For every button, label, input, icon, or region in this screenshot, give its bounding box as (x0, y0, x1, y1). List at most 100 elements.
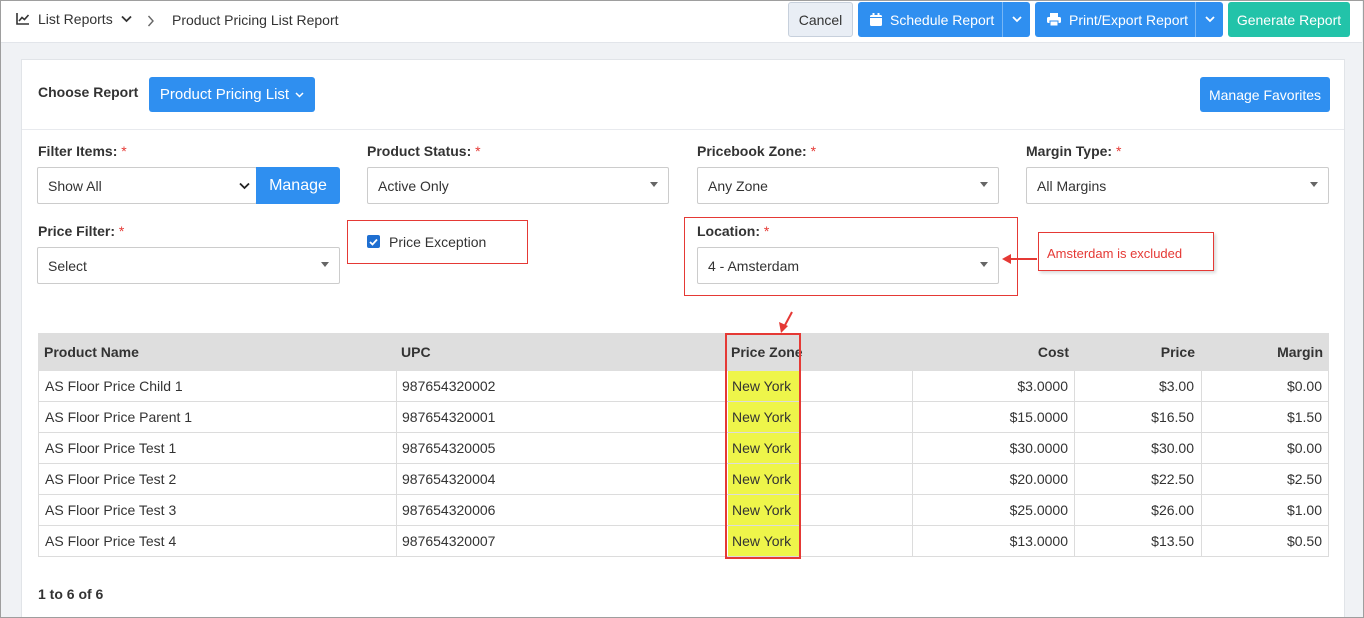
cell-price: $22.50 (1151, 471, 1194, 487)
manage-button[interactable]: Manage (256, 167, 340, 204)
column-header[interactable]: UPC (401, 333, 431, 371)
pricebook-zone-select[interactable]: Any Zone (697, 167, 999, 204)
pricebook-zone-label: Pricebook Zone: * (697, 143, 816, 159)
schedule-dropdown-toggle[interactable] (1002, 2, 1030, 37)
cell-margin: $0.50 (1286, 533, 1322, 549)
filter-items-label: Filter Items: * (38, 143, 127, 159)
required-mark: * (118, 223, 125, 239)
cell-divider (912, 371, 913, 401)
cell-price: $26.00 (1151, 502, 1194, 518)
cell-divider (912, 495, 913, 525)
table-row[interactable]: AS Floor Price Parent 1 987654320001 New Y… (38, 402, 1329, 433)
price-filter-label-text: Price Filter: (38, 223, 116, 239)
printer-icon (1047, 13, 1061, 26)
cell-divider (912, 402, 913, 432)
price-filter-label: Price Filter: * (38, 223, 124, 239)
cell-price: $30.00 (1151, 440, 1194, 456)
column-header[interactable]: Product Name (44, 333, 139, 371)
location-select[interactable]: 4 - Amsterdam (697, 247, 999, 284)
price-filter-value: Select (48, 257, 87, 274)
cell-divider (396, 464, 397, 494)
table-row[interactable]: AS Floor Price Child 1 987654320002 New Yo… (38, 371, 1329, 402)
schedule-report-button[interactable]: Schedule Report (858, 2, 1030, 37)
cell-product-name: AS Floor Price Test 3 (45, 502, 177, 518)
location-label: Location: * (697, 223, 769, 239)
cell-divider (1074, 526, 1075, 556)
caret-down-icon (1310, 182, 1318, 187)
chevron-down-icon (1204, 16, 1215, 23)
margin-type-select[interactable]: All Margins (1026, 167, 1329, 204)
cell-divider (396, 433, 397, 463)
cell-divider (1074, 495, 1075, 525)
product-status-label: Product Status: * (367, 143, 481, 159)
table-row[interactable]: AS Floor Price Test 2 987654320004 New Yor… (38, 464, 1329, 495)
chart-line-icon (16, 13, 30, 25)
table-row[interactable]: AS Floor Price Test 1 987654320005 New Yor… (38, 433, 1329, 464)
table-row[interactable]: AS Floor Price Test 3 987654320006 New Yor… (38, 495, 1329, 526)
cell-cost: $30.0000 (1009, 440, 1068, 456)
margin-type-label-text: Margin Type: (1026, 143, 1113, 159)
cell-divider (396, 526, 397, 556)
product-status-select[interactable]: Active Only (367, 167, 669, 204)
cell-upc: 987654320001 (402, 409, 496, 425)
price-filter-select[interactable]: Select (37, 247, 340, 284)
caret-down-icon (980, 262, 988, 267)
cell-margin: $2.50 (1286, 471, 1322, 487)
product-status-label-text: Product Status: (367, 143, 472, 159)
cell-price: $13.50 (1151, 533, 1194, 549)
choose-report-dropdown[interactable]: Product Pricing List (149, 77, 315, 112)
cell-upc: 987654320005 (402, 440, 496, 456)
report-card-header: Choose Report Product Pricing List Manag… (22, 60, 1344, 130)
margin-type-value: All Margins (1037, 177, 1107, 194)
column-header[interactable]: Cost (1038, 333, 1069, 371)
cancel-button[interactable]: Cancel (788, 2, 853, 37)
cell-product-name: AS Floor Price Test 2 (45, 471, 177, 487)
cell-cost: $25.0000 (1009, 502, 1068, 518)
cell-upc: 987654320007 (402, 533, 496, 549)
chevron-down-icon (121, 15, 132, 23)
caret-down-icon (650, 182, 658, 187)
checkmark-icon (369, 238, 378, 246)
cell-cost: $13.0000 (1009, 533, 1068, 549)
calendar-icon (870, 13, 882, 26)
required-mark: * (1115, 143, 1122, 159)
filter-items-select[interactable]: Show All (37, 167, 257, 204)
print-export-button[interactable]: Print/Export Report (1035, 2, 1223, 37)
breadcrumb-root[interactable]: List Reports (16, 11, 132, 27)
table-row[interactable]: AS Floor Price Test 4 987654320007 New Yor… (38, 526, 1329, 557)
cell-upc: 987654320004 (402, 471, 496, 487)
print-export-label: Print/Export Report (1069, 11, 1189, 28)
chevron-right-icon (147, 15, 154, 27)
column-header[interactable]: Price (1161, 333, 1195, 371)
print-dropdown-toggle[interactable] (1195, 2, 1223, 37)
column-header[interactable]: Margin (1277, 333, 1323, 371)
price-zone-outline (725, 333, 801, 559)
top-bar: List Reports Product Pricing List Report… (1, 1, 1362, 43)
cell-margin: $1.00 (1286, 502, 1322, 518)
breadcrumb-current: Product Pricing List Report (172, 12, 339, 28)
cell-divider (396, 371, 397, 401)
cell-margin: $0.00 (1286, 440, 1322, 456)
cell-divider (912, 464, 913, 494)
price-exception-label[interactable]: Price Exception (389, 234, 486, 250)
price-exception-highlight: Price Exception (347, 220, 528, 264)
chevron-down-icon (1011, 16, 1022, 23)
pricebook-zone-value: Any Zone (708, 177, 768, 194)
cell-cost: $3.0000 (1017, 378, 1068, 394)
price-exception-checkbox[interactable] (367, 235, 380, 248)
cell-divider (1201, 495, 1202, 525)
chevron-down-icon (295, 91, 304, 98)
manage-favorites-button[interactable]: Manage Favorites (1200, 77, 1330, 112)
cell-divider (1201, 526, 1202, 556)
cell-upc: 987654320002 (402, 378, 496, 394)
cell-margin: $0.00 (1286, 378, 1322, 394)
filter-items-value: Show All (48, 177, 102, 194)
product-status-value: Active Only (378, 177, 449, 194)
required-mark: * (810, 143, 817, 159)
choose-report-label: Choose Report (38, 84, 139, 100)
cell-price: $16.50 (1151, 409, 1194, 425)
cell-cost: $15.0000 (1009, 409, 1068, 425)
generate-report-button[interactable]: Generate Report (1228, 2, 1350, 37)
cell-upc: 987654320006 (402, 502, 496, 518)
annotation-callout: Amsterdam is excluded (1038, 232, 1214, 271)
